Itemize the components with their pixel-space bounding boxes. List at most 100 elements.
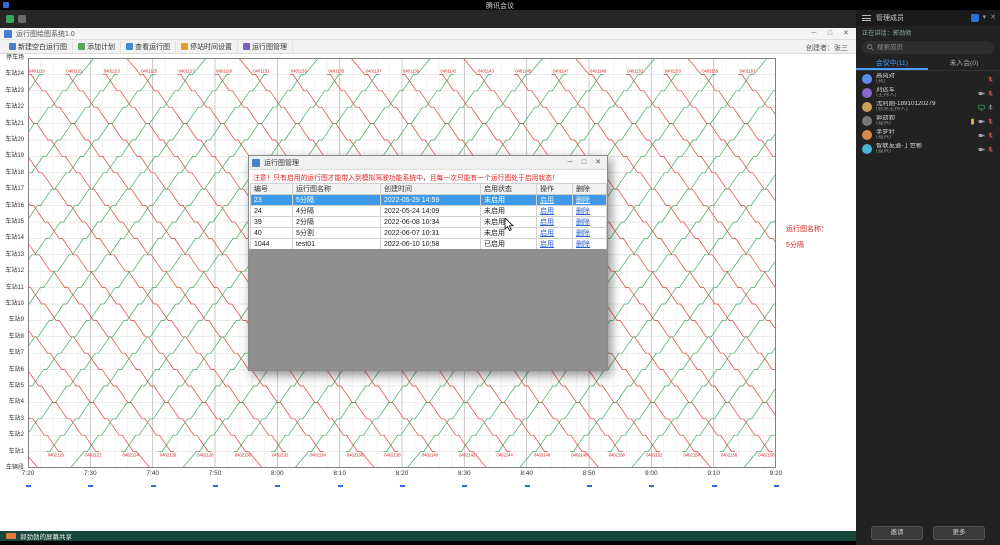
dialog-controls: ─ □ ✕ [563,156,605,170]
table-row[interactable]: 235分隔2022-05-29 14:59未启用启用删除 [251,195,607,206]
delete-link[interactable]: 删除 [576,208,590,215]
enable-link[interactable]: 启用 [540,197,554,204]
diagram-name-label: 运行图名称： [786,224,828,234]
station-label: 车站20 [0,136,26,144]
member-status-icons [978,90,994,97]
table-row[interactable]: 392分隔2022-06-08 10:34未启用启用删除 [251,217,607,228]
ruler-mark [462,485,467,487]
member-panel-title: 管理成员 [876,13,904,23]
member-info: 李梦轩(嘉宾) [876,129,974,141]
svg-text:0402144: 0402144 [497,453,514,458]
cell-name: test01 [293,239,381,250]
panel-app-icon[interactable] [971,14,979,22]
enable-link[interactable]: 启用 [540,241,554,248]
member-status-icons [987,76,994,83]
member-row[interactable]: 郭劲勃(嘉宾) [856,114,1000,128]
delete-link[interactable]: 删除 [576,241,590,248]
cell-name: 5分割 [293,228,381,239]
svg-text:0401121: 0401121 [66,68,83,73]
raised-hand-icon[interactable] [969,118,976,125]
avatar [862,88,872,98]
mic-off-icon[interactable] [987,146,994,153]
camera-off-icon[interactable] [978,132,985,139]
member-row[interactable]: 刘远军(主持人) [856,86,1000,100]
minimize-button[interactable]: ─ [806,28,822,40]
screen-share-icon[interactable] [978,104,985,111]
cell-id: 23 [251,195,293,206]
member-role: (嘉宾) [876,121,965,127]
svg-text:0401151: 0401151 [627,68,644,73]
toolbar-button-icon [181,43,188,50]
chevron-down-icon[interactable]: ▾ [983,13,987,22]
member-search-box[interactable] [862,41,994,54]
panel-close-icon[interactable]: ✕ [990,13,996,22]
table-row[interactable]: 244分隔2022-05-24 14:09未启用启用删除 [251,206,607,217]
table-row[interactable]: 1044test012022-06-10 10:58已启用启用删除 [251,239,607,250]
svg-text:0402142: 0402142 [459,453,476,458]
creator-label: 创建者：张三 [806,43,848,53]
enable-link[interactable]: 启用 [540,208,554,215]
toolbar-button-label: 查看运行图 [135,42,170,52]
toolbar-button-4[interactable]: 停站时间设置 [176,41,238,53]
enable-link[interactable]: 启用 [540,219,554,226]
cell-created: 2022-05-29 14:59 [381,195,481,206]
toolbar-button-2[interactable]: 添加计划 [73,41,121,53]
station-label: 车站7 [0,349,26,357]
toolbar-button-5[interactable]: 运行图管理 [238,41,293,53]
time-tick-label: 8:30 [453,470,475,477]
camera-off-icon[interactable] [978,90,985,97]
member-row[interactable]: 沈利刚-18910120279(联席主持人) [856,100,1000,114]
column-header: 删除 [573,184,607,195]
station-label: 车站6 [0,366,26,374]
member-panel-tab-1[interactable]: 会议中(11) [856,57,928,70]
time-tick-label: 9:10 [703,470,725,477]
delete-link[interactable]: 删除 [576,197,590,204]
maximize-button[interactable]: □ [822,28,838,40]
dialog-maximize-button[interactable]: □ [577,156,591,170]
member-info: 智联友道-丁世彬(嘉宾) [876,143,974,155]
table-row[interactable]: 405分割2022-06-07 10:31未启用启用删除 [251,228,607,239]
station-label: 车站1 [0,448,26,456]
time-tick-label: 7:20 [17,470,39,477]
delete-link[interactable]: 删除 [576,230,590,237]
avatar [862,116,872,126]
search-icon [867,44,874,51]
dialog-titlebar[interactable]: 运行图管理 ─ □ ✕ [249,156,607,170]
svg-text:0401149: 0401149 [590,68,607,73]
svg-text:0401157: 0401157 [740,68,757,73]
camera-off-icon[interactable] [978,146,985,153]
avatar [862,74,872,84]
footer-button-2[interactable]: 更多 [933,526,985,540]
ruler-mark [151,485,156,487]
station-label: 车站2 [0,431,26,439]
svg-text:0402132: 0402132 [272,453,289,458]
toolbar-button-1[interactable]: 新建空白运行图 [4,41,73,53]
menu-icon[interactable] [862,15,871,23]
mic-off-icon[interactable] [987,90,994,97]
app-titlebar: 运行图绘图系统1.0 ─ □ ✕ [0,28,856,40]
delete-link[interactable]: 删除 [576,219,590,226]
dialog-minimize-button[interactable]: ─ [563,156,577,170]
toolbar-button-label: 停站时间设置 [190,42,232,52]
station-label: 车站23 [0,87,26,95]
close-button[interactable]: ✕ [838,28,854,40]
ruler-mark [525,485,530,487]
enable-link[interactable]: 启用 [540,230,554,237]
mic-off-icon[interactable] [987,76,994,83]
member-row[interactable]: 智联友道-丁世彬(嘉宾) [856,142,1000,156]
cell-name: 4分隔 [293,206,381,217]
footer-button-1[interactable]: 邀请 [871,526,923,540]
member-row[interactable]: 李梦轩(嘉宾) [856,128,1000,142]
dialog-close-button[interactable]: ✕ [591,156,605,170]
mic-off-icon[interactable] [987,132,994,139]
toolbar-button-3[interactable]: 查看运行图 [121,41,176,53]
mic-on-icon[interactable] [987,104,994,111]
mic-off-icon[interactable] [987,118,994,125]
member-search-input[interactable] [877,44,989,51]
screen: 腾讯会议 运行图绘图系统1.0 ─ □ ✕ 创建者：张三 新建空白运行图添加计划… [0,0,1000,545]
time-tick-label: 9:20 [765,470,787,477]
member-panel-tab-2[interactable]: 未入会(0) [928,57,1000,70]
recording-status-icon [6,15,14,23]
camera-off-icon[interactable] [978,118,985,125]
member-row[interactable]: 高岗对(我) [856,72,1000,86]
